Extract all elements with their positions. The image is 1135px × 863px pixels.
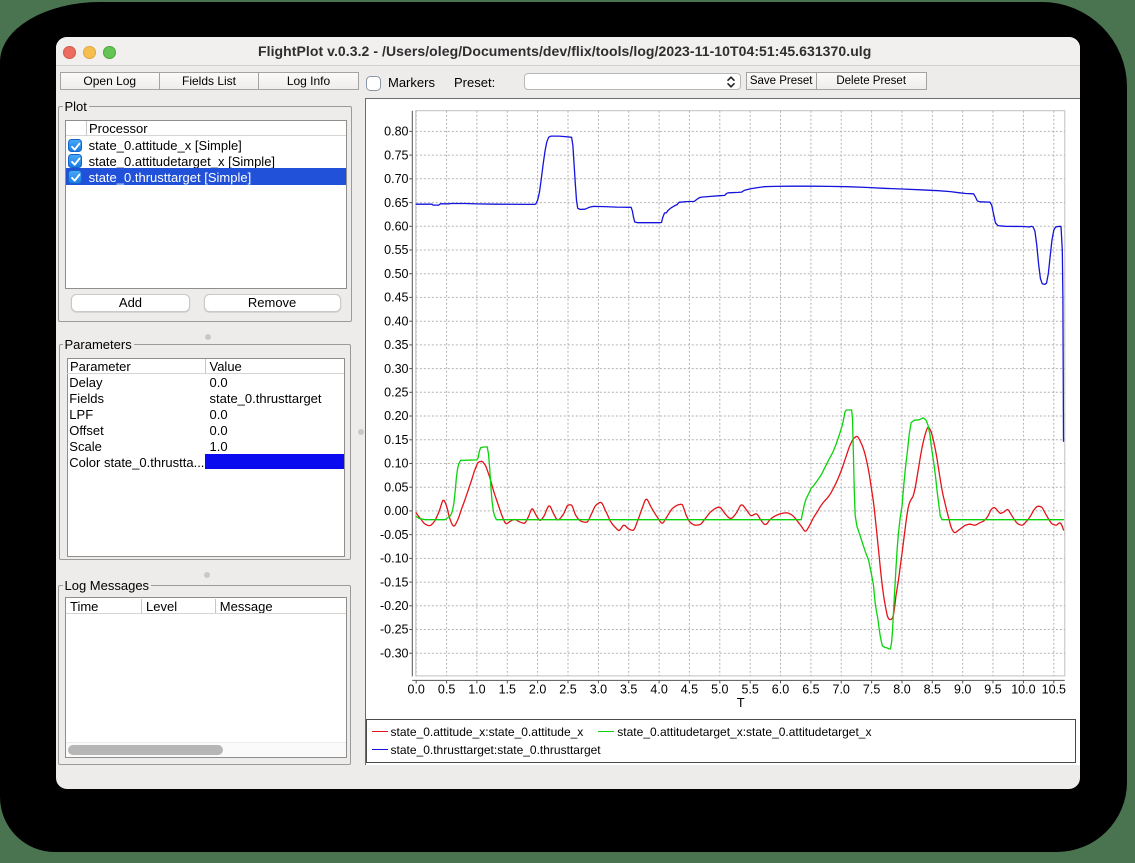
svg-text:6.5: 6.5	[802, 683, 819, 697]
svg-text:0.30: 0.30	[384, 362, 408, 376]
svg-text:0.70: 0.70	[384, 172, 408, 186]
svg-text:0.25: 0.25	[384, 386, 408, 400]
svg-text:10.0: 10.0	[1011, 683, 1035, 697]
svg-text:0.35: 0.35	[384, 338, 408, 352]
svg-text:6.0: 6.0	[772, 683, 789, 697]
svg-text:0.80: 0.80	[384, 125, 408, 139]
svg-text:0.65: 0.65	[384, 196, 408, 210]
svg-text:2.0: 2.0	[529, 683, 546, 697]
svg-text:4.0: 4.0	[650, 683, 667, 697]
svg-text:0.20: 0.20	[384, 409, 408, 423]
svg-text:0.15: 0.15	[384, 433, 408, 447]
svg-text:0.50: 0.50	[384, 267, 408, 281]
svg-text:8.0: 8.0	[893, 683, 910, 697]
svg-text:8.5: 8.5	[924, 683, 941, 697]
svg-text:0.75: 0.75	[384, 148, 408, 162]
svg-text:0.10: 0.10	[384, 457, 408, 471]
svg-text:3.0: 3.0	[590, 683, 607, 697]
svg-text:-0.05: -0.05	[380, 528, 409, 542]
svg-text:0.40: 0.40	[384, 314, 408, 328]
svg-text:0.0: 0.0	[408, 683, 425, 697]
svg-text:9.5: 9.5	[984, 683, 1001, 697]
svg-text:0.60: 0.60	[384, 220, 408, 234]
svg-text:-0.15: -0.15	[380, 575, 409, 589]
svg-text:9.0: 9.0	[954, 683, 971, 697]
svg-text:2.5: 2.5	[559, 683, 576, 697]
svg-text:0.5: 0.5	[438, 683, 455, 697]
svg-text:-0.30: -0.30	[380, 646, 409, 660]
svg-text:7.0: 7.0	[833, 683, 850, 697]
svg-text:3.5: 3.5	[620, 683, 637, 697]
svg-text:5.0: 5.0	[711, 683, 728, 697]
svg-text:0.00: 0.00	[384, 504, 408, 518]
svg-text:10.5: 10.5	[1042, 683, 1066, 697]
svg-text:4.5: 4.5	[681, 683, 698, 697]
svg-text:0.55: 0.55	[384, 243, 408, 257]
svg-text:-0.10: -0.10	[380, 552, 409, 566]
svg-text:T: T	[737, 695, 745, 710]
svg-text:-0.25: -0.25	[380, 623, 409, 637]
svg-text:-0.20: -0.20	[380, 599, 409, 613]
svg-text:1.0: 1.0	[468, 683, 485, 697]
svg-text:7.5: 7.5	[863, 683, 880, 697]
svg-text:0.05: 0.05	[384, 480, 408, 494]
svg-text:0.45: 0.45	[384, 291, 408, 305]
svg-text:1.5: 1.5	[499, 683, 516, 697]
